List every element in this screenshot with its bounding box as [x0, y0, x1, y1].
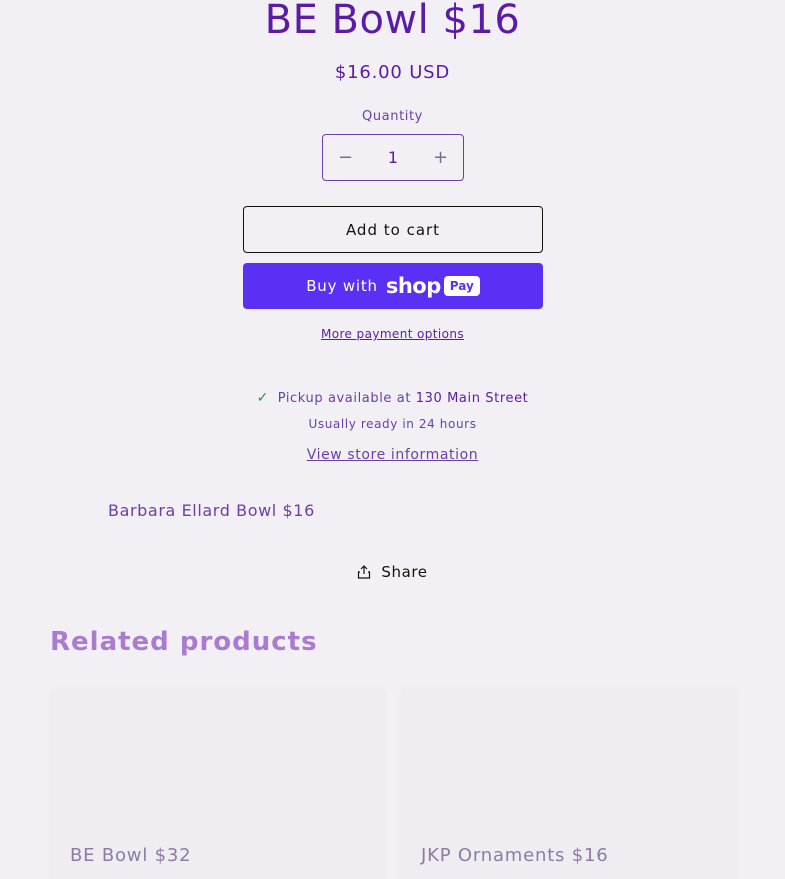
- pay-badge: Pay: [443, 276, 480, 296]
- more-payment-options-link[interactable]: More payment options: [0, 327, 785, 341]
- decrease-quantity-button[interactable]: −: [323, 135, 368, 180]
- shop-pay-button[interactable]: Buy with shop Pay: [243, 263, 543, 309]
- pickup-ready-time: Usually ready in 24 hours: [308, 417, 477, 431]
- related-product-card[interactable]: BE Bowl $32: [50, 688, 385, 879]
- shop-pay-logo-icon: shop Pay: [386, 274, 480, 298]
- checkmark-icon: ✓: [256, 390, 269, 406]
- increase-quantity-button[interactable]: +: [418, 135, 463, 180]
- product-price: $16.00 USD: [334, 62, 451, 83]
- quantity-label: Quantity: [362, 109, 423, 124]
- product-page: BE Bowl $16 $16.00 USD Quantity − 1 + Ad…: [0, 0, 785, 879]
- related-product-title: BE Bowl $32: [70, 845, 192, 866]
- product-title: BE Bowl $16: [264, 0, 521, 43]
- pickup-availability: ✓ Pickup available at 130 Main Street: [0, 390, 785, 406]
- pickup-store-name: 130 Main Street: [415, 391, 529, 406]
- related-products-heading: Related products: [50, 627, 318, 657]
- product-description: Barbara Ellard Bowl $16: [108, 501, 315, 520]
- minus-icon: −: [337, 147, 354, 168]
- add-to-cart-button[interactable]: Add to cart: [243, 206, 543, 253]
- plus-icon: +: [432, 147, 449, 168]
- share-button[interactable]: Share: [0, 563, 785, 581]
- shop-wordmark: shop: [385, 274, 441, 298]
- related-product-title: JKP Ornaments $16: [421, 845, 609, 866]
- share-icon: [358, 565, 371, 579]
- quantity-stepper: − 1 +: [322, 134, 464, 181]
- share-label: Share: [381, 563, 428, 581]
- pickup-available-text: Pickup available at: [277, 391, 412, 406]
- buy-with-label: Buy with: [306, 277, 378, 295]
- view-store-information-link[interactable]: View store information: [0, 447, 785, 463]
- related-product-card[interactable]: JKP Ornaments $16: [401, 688, 736, 879]
- quantity-input[interactable]: 1: [368, 148, 418, 167]
